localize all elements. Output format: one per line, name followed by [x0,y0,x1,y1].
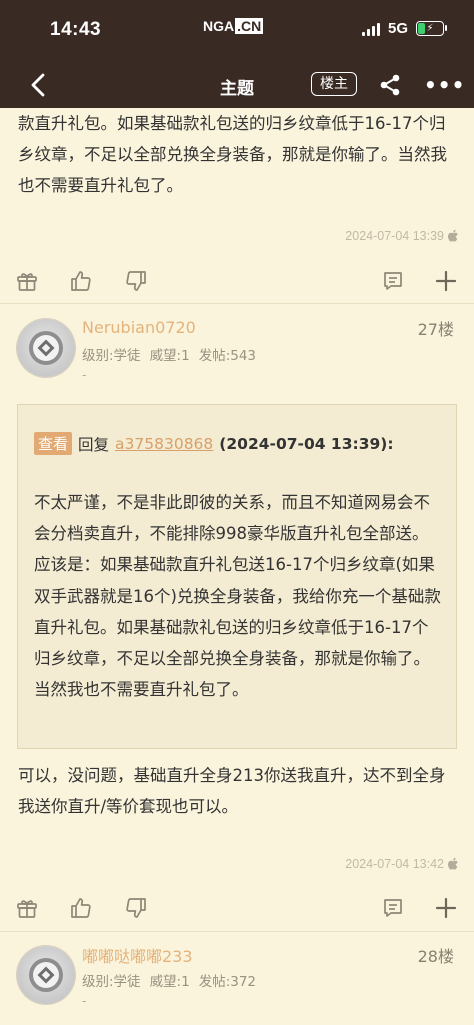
floor-number: 28楼 [417,947,454,966]
avatar[interactable] [17,946,75,1004]
comment-icon[interactable] [381,896,405,920]
thumb-up-icon[interactable] [69,269,93,293]
quote-block: 查看 回复 a375830868 (2024-07-04 13:39): 不太严… [17,404,457,749]
user-signature: - [82,994,87,1008]
plus-icon[interactable] [434,896,458,920]
comment-icon[interactable] [381,269,405,293]
divider [0,303,474,304]
thumb-down-icon[interactable] [124,896,148,920]
gift-icon[interactable] [15,896,39,920]
owner-only-button[interactable]: 楼主 [311,72,357,96]
page-title: 主题 [220,79,254,99]
divider [0,931,474,932]
status-indicators: 5G ⚡ [361,20,447,37]
user-prestige: 威望:1 [149,974,190,990]
plus-icon[interactable] [434,269,458,293]
user-post-count: 发帖:543 [198,348,257,364]
user-level: 级别:学徒 [82,348,141,364]
post-text: 款直升礼包。如果基础款礼包送的归乡纹章低于16-17个归乡纹章，不足以全部兑换全… [18,114,447,195]
logo-cn: .CN [235,18,264,34]
avatar[interactable] [17,319,75,377]
view-quote-button[interactable]: 查看 [34,432,73,455]
thread-content: 款直升礼包。如果基础款礼包送的归乡纹章低于16-17个归乡纹章，不足以全部兑换全… [0,108,474,1025]
post-action-bar [0,888,474,928]
status-bar: 14:43 NGA .CN 5G ⚡ [0,0,474,62]
nav-bar: 主题 楼主 ••• [0,62,474,108]
quote-header: 查看 回复 a375830868 (2024-07-04 13:39): [34,432,394,455]
post-action-bar [0,261,474,301]
apple-icon [448,229,458,242]
user-info: 级别:学徒 威望:1 发帖:543 [82,344,265,364]
user-level: 级别:学徒 [82,974,141,990]
status-time: 14:43 [50,19,102,40]
quoted-username[interactable]: a375830868 [115,435,213,453]
thumb-up-icon[interactable] [69,896,93,920]
post-timestamp: 2024-07-04 13:39 [345,229,444,243]
share-icon[interactable] [378,73,402,97]
reply-label: 回复 [78,435,110,454]
thumb-down-icon[interactable] [124,269,148,293]
quoted-date: (2024-07-04 13:39): [219,434,394,453]
nga-logo: NGA .CN [203,18,264,34]
user-info: 级别:学徒 威望:1 发帖:372 [82,970,265,990]
logo-nga: NGA [203,18,235,34]
gift-icon[interactable] [15,269,39,293]
quote-text: 不太严谨，不是非此即彼的关系，而且不知道网易会不会分档卖直升，不能排除998豪华… [34,493,441,700]
battery-icon: ⚡ [416,21,447,36]
user-post-count: 发帖:372 [198,974,257,990]
floor-number: 27楼 [417,320,454,339]
more-icon[interactable]: ••• [424,73,465,97]
username[interactable]: 嘟嘟哒嘟嘟233 [82,943,193,967]
user-signature: - [82,368,87,382]
apple-icon [448,857,458,870]
post-timestamp: 2024-07-04 13:42 [345,857,444,871]
network-label: 5G [387,20,408,37]
signal-icon [361,22,380,36]
username[interactable]: Nerubian0720 [82,318,196,337]
user-prestige: 威望:1 [149,348,190,364]
post-text: 可以，没问题，基础直升全身213你送我直升，达不到全身我送你直升/等价套现也可以… [18,766,446,816]
